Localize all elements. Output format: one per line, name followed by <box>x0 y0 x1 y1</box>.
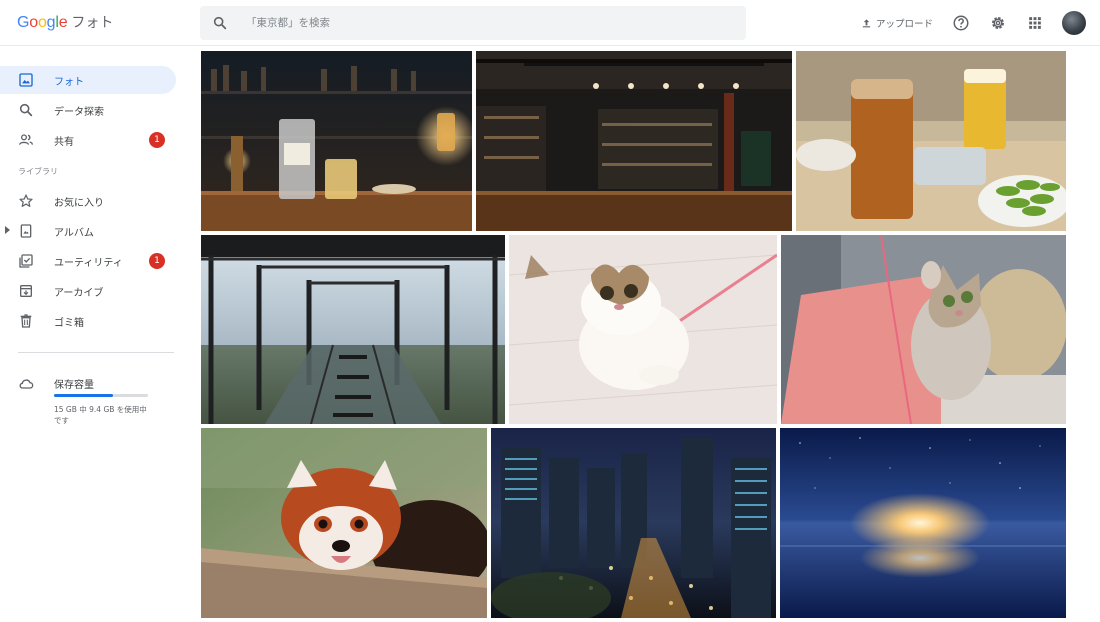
trash-icon <box>20 314 32 328</box>
sidebar-item-label: ゴミ箱 <box>54 318 84 329</box>
sidebar-item-label: アルバム <box>54 228 94 239</box>
sidebar-item-label: ユーティリティ <box>54 258 123 269</box>
notification-badge: 1 <box>149 253 165 269</box>
sidebar-item-favorites[interactable]: お気に入り <box>0 187 176 215</box>
photo-image <box>201 51 472 231</box>
photo-bar-interior[interactable] <box>476 51 792 231</box>
expand-caret-icon[interactable] <box>5 226 10 234</box>
settings-button[interactable] <box>988 13 1008 33</box>
sidebar-item-archive[interactable]: アーカイブ <box>0 277 176 305</box>
top-app-bar: Google フォト 「東京都」を検索 アップロード <box>0 0 1100 46</box>
photo-image <box>476 51 792 231</box>
cloud-icon <box>19 379 34 389</box>
help-icon <box>953 15 969 31</box>
sidebar-item-albums[interactable]: アルバム <box>0 217 176 245</box>
photo-bar-counter-drinks[interactable] <box>201 51 472 231</box>
search-input[interactable]: 「東京都」を検索 <box>246 15 330 30</box>
upload-label: アップロード <box>875 19 933 30</box>
upload-button[interactable]: アップロード <box>861 16 933 30</box>
apps-button[interactable] <box>1025 13 1045 33</box>
logo-suffix: フォト <box>71 15 114 31</box>
sidebar-item-label: アーカイブ <box>54 288 104 299</box>
storage-usage-fill <box>54 394 114 397</box>
star-icon <box>19 194 33 207</box>
album-icon <box>20 224 32 238</box>
apps-grid-icon <box>1029 17 1041 29</box>
search-bar[interactable]: 「東京都」を検索 <box>200 6 746 40</box>
photo-city-night[interactable] <box>491 428 776 618</box>
photo-icon <box>19 73 33 87</box>
notification-badge: 1 <box>149 132 165 148</box>
storage-usage-text: 15 GB 中 9.4 GB を使用中です <box>54 405 147 425</box>
upload-icon <box>862 18 871 27</box>
sidebar-item-label: データ探索 <box>54 107 104 118</box>
archive-icon <box>20 285 32 297</box>
photo-red-panda[interactable] <box>201 428 487 618</box>
search-icon[interactable] <box>212 15 228 31</box>
photo-observation-deck[interactable] <box>201 235 505 424</box>
sidebar-item-label: お気に入り <box>54 198 104 209</box>
photo-beer-edamame[interactable] <box>796 51 1066 231</box>
sidebar-item-photos[interactable]: フォト <box>0 66 176 94</box>
photo-starry-sky-reflection[interactable] <box>780 428 1066 618</box>
photo-image <box>796 51 1066 231</box>
sidebar: フォト データ探索 共有 1 ライブラリ お気に入り アルバム ユーティリティ … <box>0 46 190 622</box>
photo-image <box>509 235 777 424</box>
storage-title[interactable]: 保存容量 <box>54 376 94 391</box>
photo-image <box>491 428 776 618</box>
sidebar-divider <box>18 352 174 353</box>
photo-image <box>201 235 505 424</box>
sidebar-item-trash[interactable]: ゴミ箱 <box>0 307 176 335</box>
utilities-icon <box>19 254 33 268</box>
library-section-label: ライブラリ <box>18 167 58 176</box>
sidebar-item-sharing[interactable]: 共有 1 <box>0 126 176 154</box>
photo-cat-pink-mat[interactable] <box>781 235 1066 424</box>
photo-image <box>781 235 1066 424</box>
people-icon <box>19 134 33 145</box>
sidebar-item-label: 共有 <box>54 137 74 148</box>
header-actions: アップロード <box>861 10 1086 36</box>
sidebar-item-label: フォト <box>54 77 84 88</box>
google-photos-logo[interactable]: Google フォト <box>17 12 113 34</box>
sidebar-item-explore[interactable]: データ探索 <box>0 96 176 124</box>
sidebar-item-utilities[interactable]: ユーティリティ 1 <box>0 247 176 275</box>
photo-image <box>780 428 1066 618</box>
help-button[interactable] <box>951 13 971 33</box>
settings-icon <box>992 17 1004 29</box>
avatar[interactable] <box>1062 11 1086 35</box>
photo-cat-white-floor[interactable] <box>509 235 777 424</box>
storage-usage-bar <box>54 394 148 397</box>
logo-google-text: Google <box>17 14 68 31</box>
photo-image <box>201 428 487 618</box>
search-icon <box>19 103 33 117</box>
